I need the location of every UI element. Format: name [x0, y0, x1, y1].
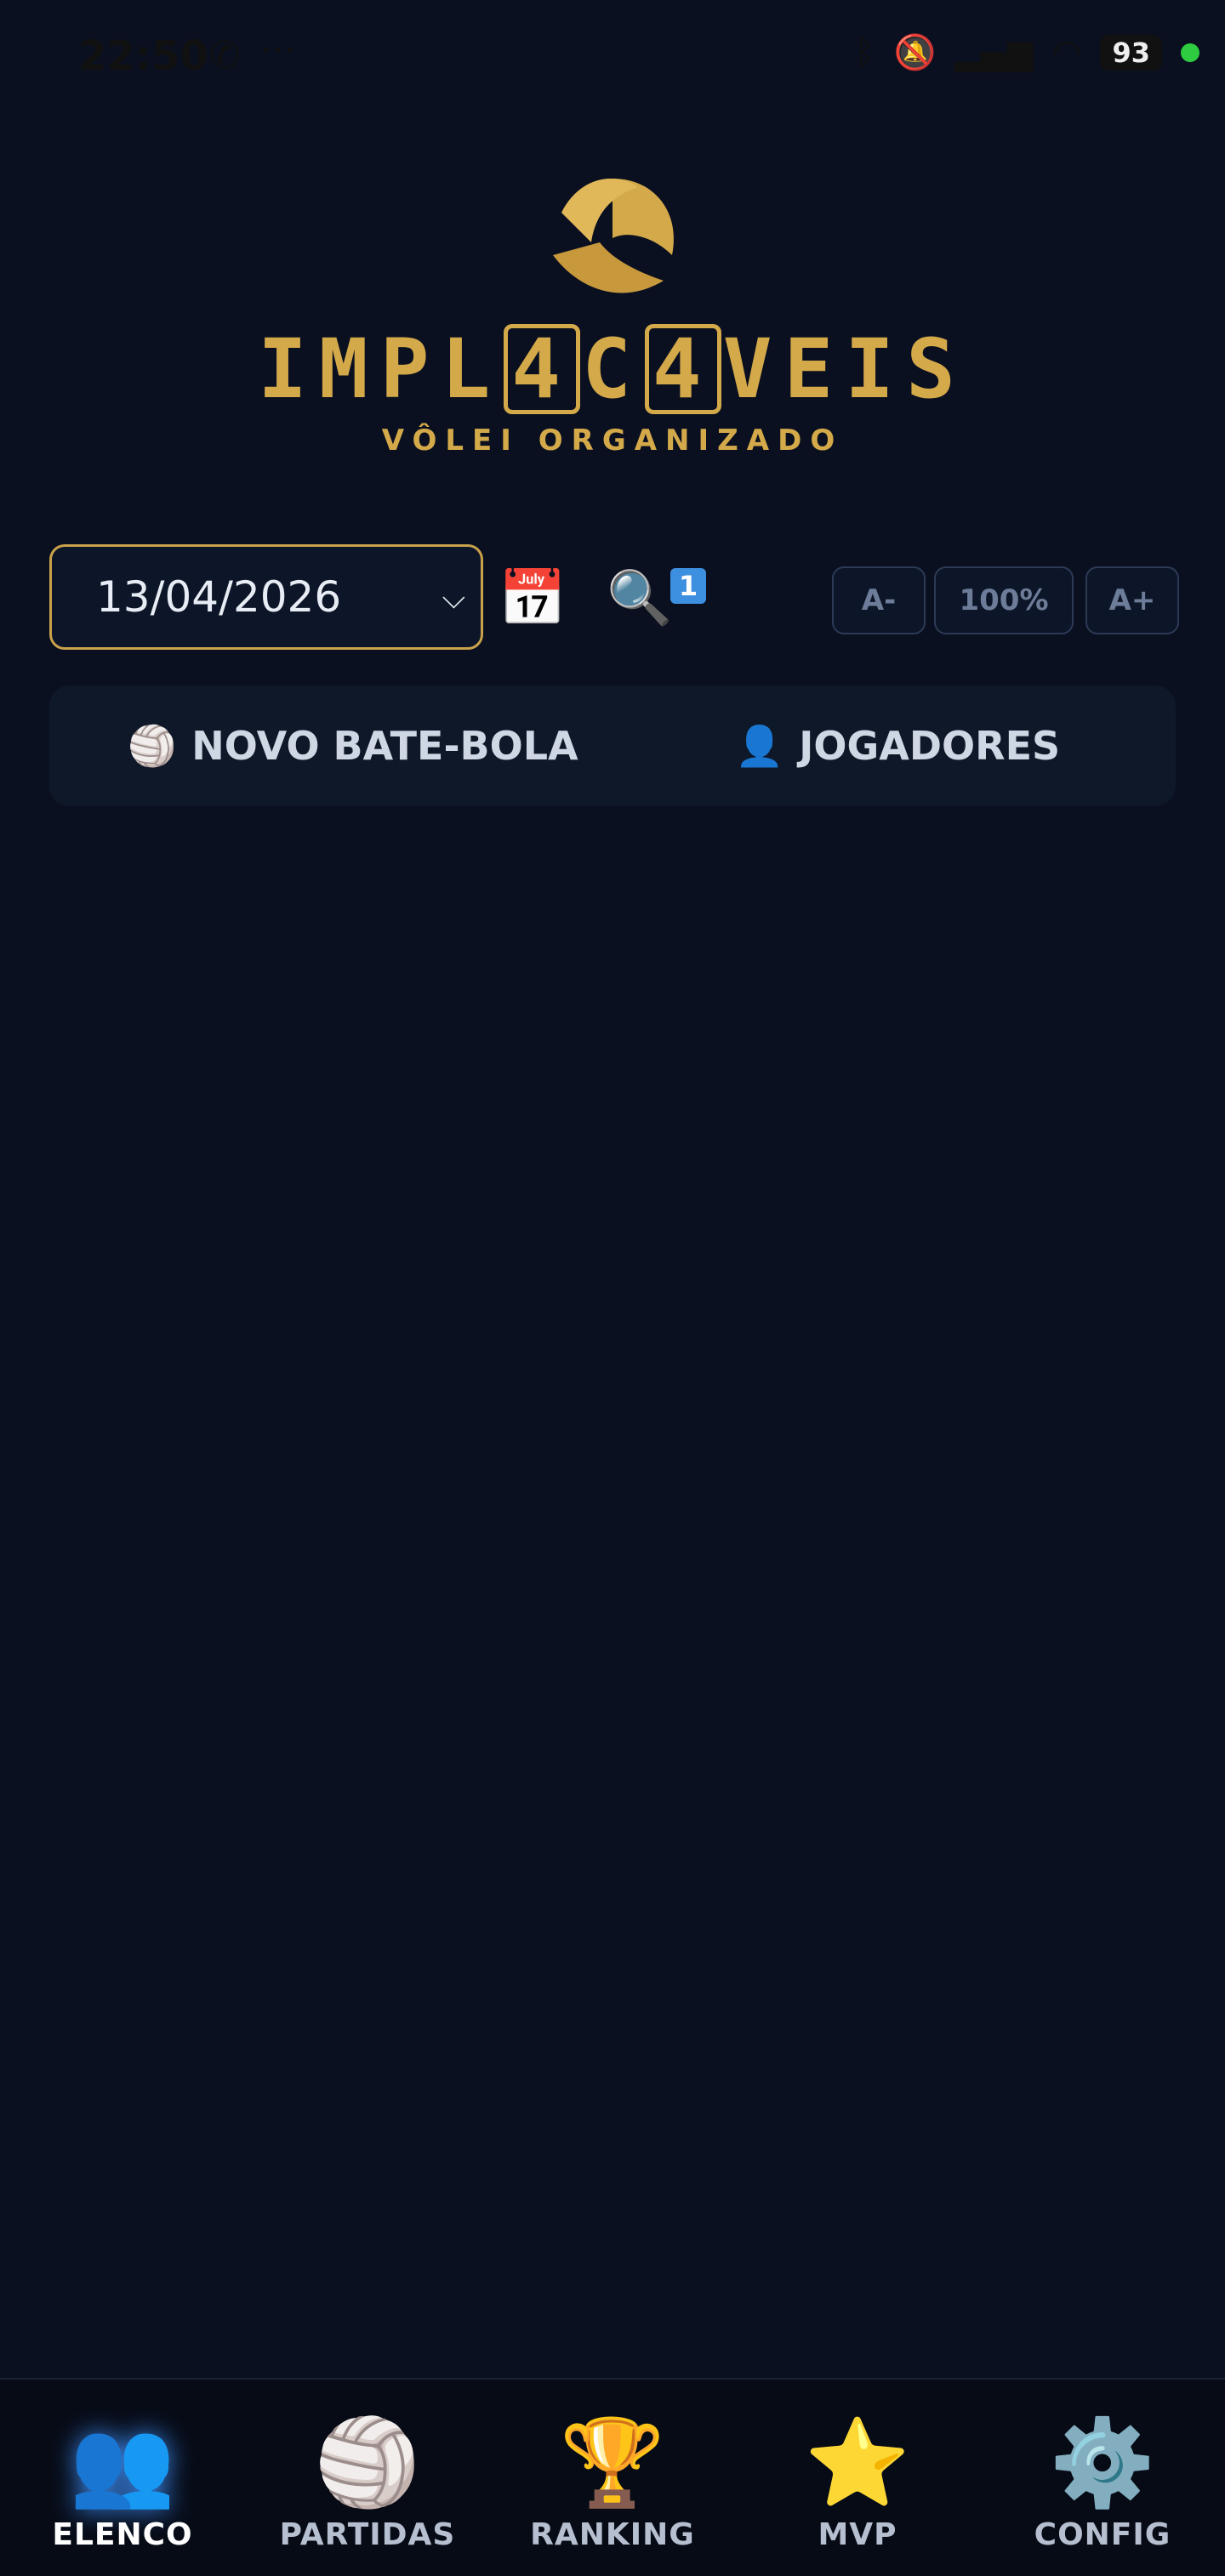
whatsapp-icon: ✆	[209, 34, 241, 77]
app-logo: IMPL 4 C 4 VEIS VÔLEI ORGANIZADO	[0, 162, 1225, 458]
keycap-one-icon[interactable]: 1	[670, 568, 706, 604]
brand-title-part: IMPL	[258, 321, 503, 417]
tab-label: NOVO BATE-BOLA	[191, 723, 578, 769]
tab-label: JOGADORES	[799, 723, 1061, 769]
brand-title-part: 4	[504, 324, 581, 414]
trophy-icon: 🏆	[559, 2413, 666, 2512]
volleyball-icon: 🏐	[128, 722, 177, 769]
nav-label: PARTIDAS	[279, 2517, 456, 2552]
brand-title-part: C	[582, 321, 643, 417]
nav-item-mvp[interactable]: ⭐ MVP	[735, 2380, 980, 2576]
wifi-icon: ◠	[1051, 32, 1082, 72]
search-icon[interactable]: 🔍	[607, 566, 672, 629]
star-icon: ⭐	[804, 2413, 911, 2512]
status-time: 22:50	[78, 32, 208, 80]
zoom-out-button[interactable]: A-	[832, 566, 926, 634]
nav-item-ranking[interactable]: 🏆 RANKING	[490, 2380, 735, 2576]
nav-item-elenco[interactable]: 👥 ELENCO	[0, 2380, 245, 2576]
battery-indicator: 93	[1100, 34, 1162, 71]
nav-label: RANKING	[530, 2517, 695, 2552]
nav-label: MVP	[818, 2517, 897, 2552]
nav-item-config[interactable]: ⚙️ CONFIG	[980, 2380, 1225, 2576]
action-tabs: 🏐 NOVO BATE-BOLA 👤 JOGADORES	[49, 685, 1176, 806]
users-icon: 👥	[69, 2413, 176, 2512]
status-bar: 22:50 ✆ ··· ᛒ 🔕 ▂▄▆ ◠ 93	[0, 0, 1225, 111]
user-icon: 👤	[735, 722, 784, 769]
nav-item-partidas[interactable]: 🏐 PARTIDAS	[245, 2380, 490, 2576]
date-select[interactable]: 13/04/2026 ⌵	[49, 544, 483, 650]
tab-players[interactable]: 👤 JOGADORES	[735, 685, 1060, 806]
gear-icon: ⚙️	[1049, 2413, 1156, 2512]
more-icon: ···	[260, 29, 296, 72]
date-value: 13/04/2026	[96, 572, 342, 622]
privacy-dot-icon	[1181, 43, 1199, 62]
brand-title: IMPL 4 C 4 VEIS	[0, 321, 1225, 417]
volleyball-logo-icon	[553, 179, 674, 293]
tab-new-match[interactable]: 🏐 NOVO BATE-BOLA	[128, 685, 578, 806]
controls-bar: 13/04/2026 ⌵ 📅 🔍 1 A- 100% A+	[49, 544, 1179, 655]
status-icons: ᛒ 🔕 ▂▄▆ ◠ 93	[854, 32, 1199, 72]
signal-icon: ▂▄▆	[954, 32, 1034, 72]
chevron-down-icon: ⌵	[442, 581, 465, 616]
brand-title-part: VEIS	[722, 321, 967, 417]
bluetooth-icon: ᛒ	[854, 32, 875, 72]
brand-title-part: 4	[644, 324, 721, 414]
nav-label: ELENCO	[52, 2517, 193, 2552]
zoom-in-button[interactable]: A+	[1085, 566, 1179, 634]
nav-label: CONFIG	[1034, 2517, 1171, 2552]
brand-tagline: VÔLEI ORGANIZADO	[381, 424, 844, 458]
zoom-reset-button[interactable]: 100%	[934, 566, 1074, 634]
bottom-nav: 👥 ELENCO 🏐 PARTIDAS 🏆 RANKING ⭐ MVP ⚙️ C…	[0, 2378, 1225, 2576]
mute-icon: 🔕	[893, 33, 937, 72]
calendar-icon[interactable]: 📅	[499, 566, 567, 630]
volleyball-icon: 🏐	[314, 2413, 421, 2512]
